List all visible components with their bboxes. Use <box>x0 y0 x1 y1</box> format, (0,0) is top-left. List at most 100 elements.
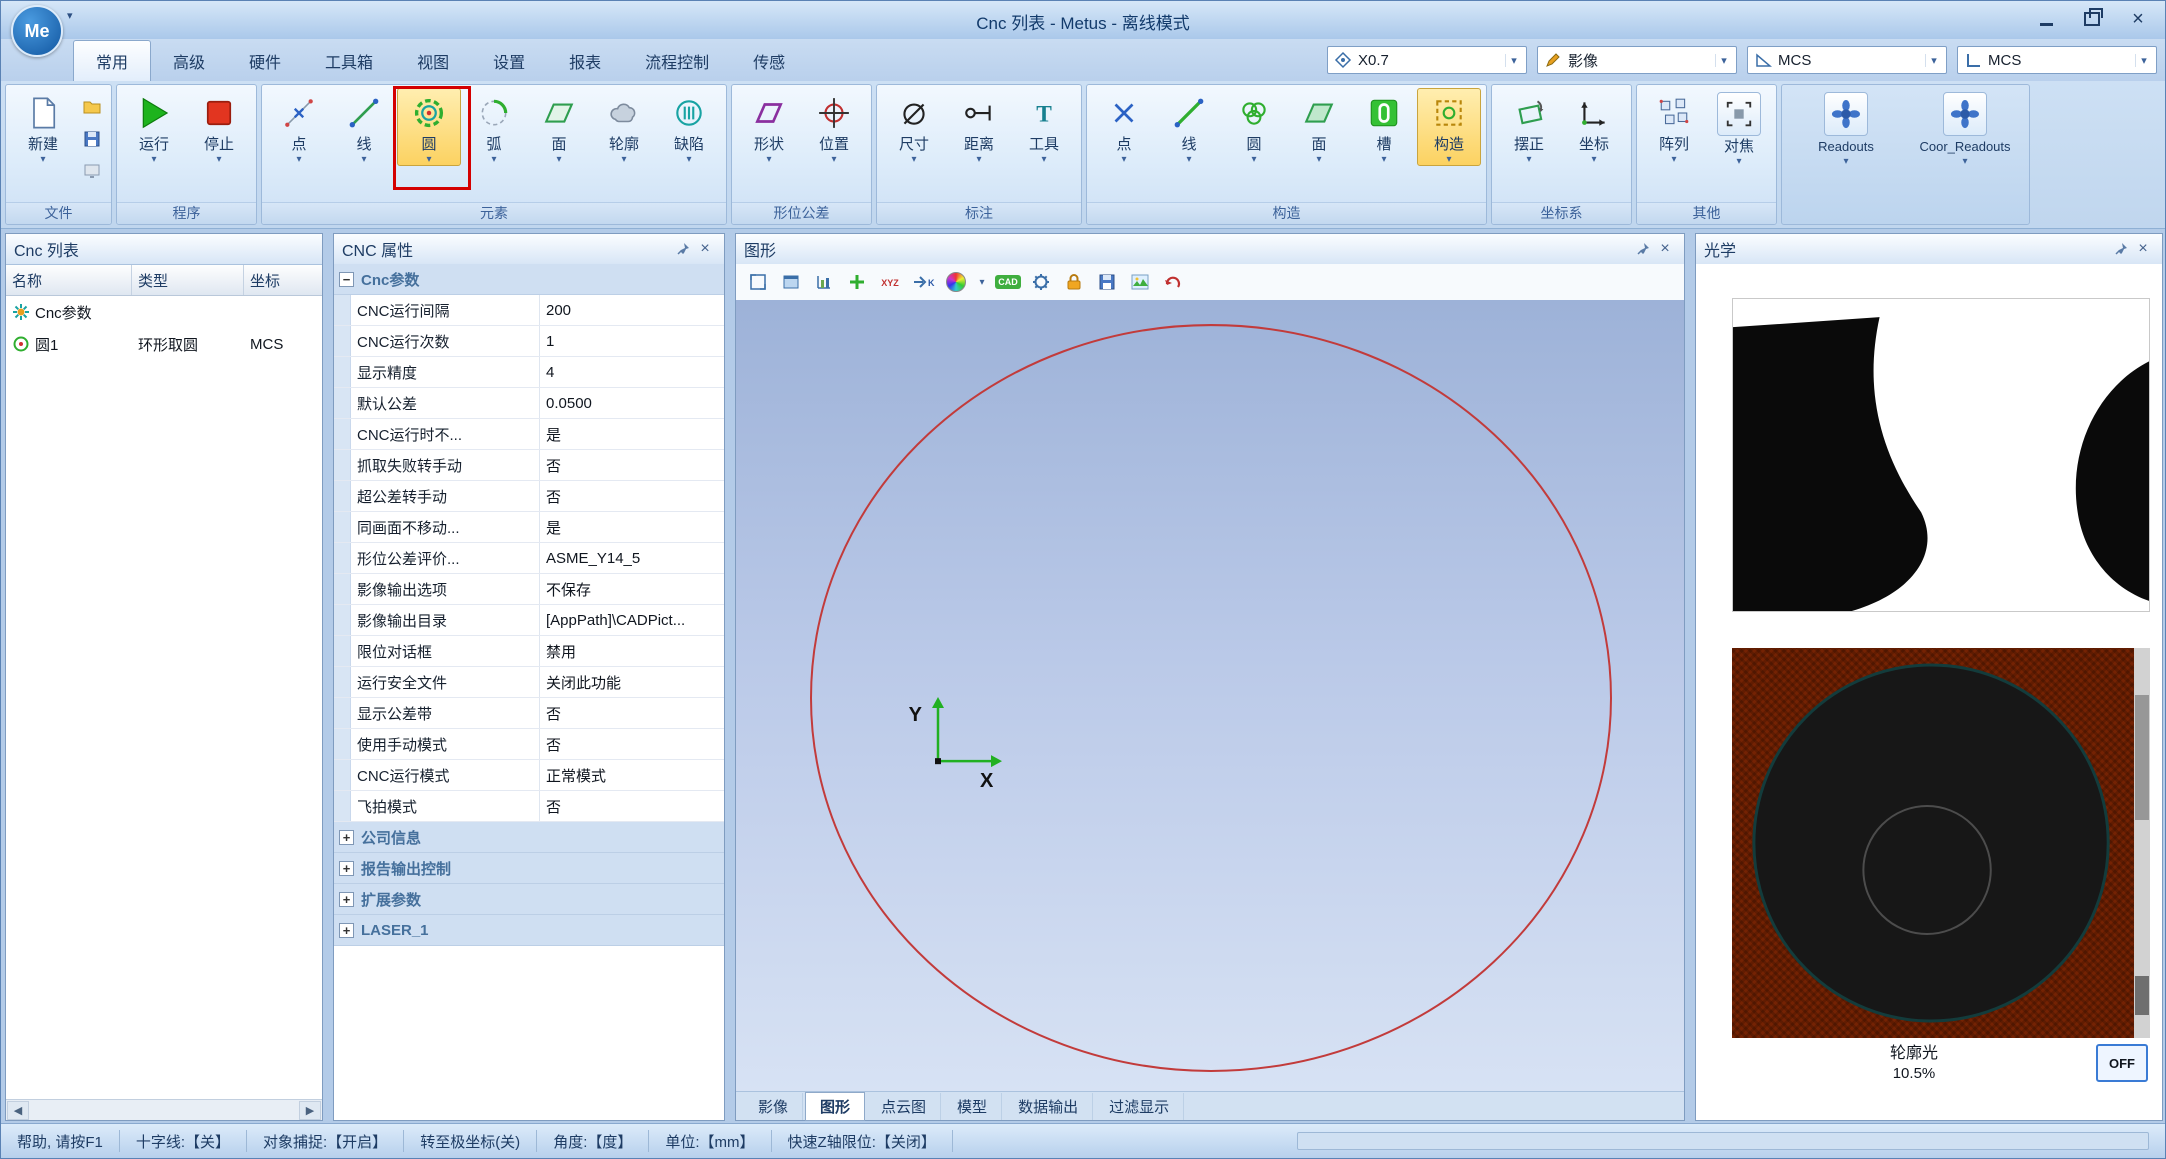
status-help[interactable]: 帮助, 请按F1 <box>1 1130 120 1152</box>
coor-readouts-button[interactable]: Coor_Readouts ▾ <box>1906 88 2024 168</box>
close-button[interactable]: × <box>2117 6 2159 32</box>
lock-icon[interactable] <box>1062 270 1086 294</box>
element-arc-button[interactable]: 弧 ▾ <box>462 88 526 166</box>
zoom-window-icon[interactable] <box>779 270 803 294</box>
close-panel-icon[interactable]: × <box>694 238 716 260</box>
distance-button[interactable]: 距离 ▾ <box>947 88 1011 166</box>
property-row[interactable]: 运行安全文件关闭此功能 <box>334 667 724 698</box>
size-button[interactable]: 尺寸 ▾ <box>882 88 946 166</box>
expand-icon[interactable]: + <box>339 892 354 907</box>
status-polar-coords[interactable]: 转至极坐标(关) <box>404 1130 537 1152</box>
chevron-down-icon[interactable]: ▾ <box>2135 54 2152 67</box>
property-row[interactable]: CNC运行次数1 <box>334 326 724 357</box>
scroll-right-icon[interactable]: ▶ <box>299 1101 321 1120</box>
pin-icon[interactable] <box>672 238 694 260</box>
app-logo[interactable]: Me <box>11 5 63 57</box>
tab-chuangan[interactable]: 传感 <box>731 41 807 81</box>
color-wheel-icon[interactable] <box>944 270 968 294</box>
property-row[interactable]: 影像输出目录[AppPath]\CADPict... <box>334 605 724 636</box>
construct-slot-button[interactable]: 槽 ▾ <box>1352 88 1416 166</box>
scroll-left-icon[interactable]: ◀ <box>7 1101 29 1120</box>
construct-plane-button[interactable]: 面 ▾ <box>1287 88 1351 166</box>
chevron-down-icon[interactable]: ▾ <box>1715 54 1732 67</box>
property-row[interactable]: 抓取失败转手动否 <box>334 450 724 481</box>
pointer-jump-icon[interactable]: K <box>911 270 935 294</box>
property-row[interactable]: 影像输出选项不保存 <box>334 574 724 605</box>
array-button[interactable]: 阵列 ▾ <box>1642 88 1706 166</box>
expand-icon[interactable]: + <box>339 830 354 845</box>
profile-light-image[interactable] <box>1732 648 2150 1038</box>
horizontal-scrollbar[interactable]: ◀ ▶ <box>6 1099 322 1120</box>
list-item-cnc-params[interactable]: Cnc参数 <box>6 296 322 328</box>
chevron-down-icon[interactable]: ▾ <box>1505 54 1522 67</box>
save-view-icon[interactable] <box>1095 270 1119 294</box>
column-coord[interactable]: 坐标 <box>244 265 322 295</box>
element-point-button[interactable]: 点 ▾ <box>267 88 331 166</box>
close-panel-icon[interactable]: × <box>2132 238 2154 260</box>
color-dropdown-icon[interactable]: ▾ <box>977 270 987 294</box>
cad-toggle-icon[interactable]: CAD <box>996 270 1020 294</box>
light-off-button[interactable]: OFF <box>2096 1044 2148 1082</box>
status-length-unit[interactable]: 单位:【mm】 <box>649 1130 771 1152</box>
tab-model-view[interactable]: 模型 <box>943 1093 1002 1120</box>
column-name[interactable]: 名称 <box>6 265 132 295</box>
camera-view-image[interactable] <box>1732 298 2150 612</box>
xyz-readout-icon[interactable]: XYZ <box>878 270 902 294</box>
save-button[interactable] <box>78 125 106 153</box>
minimize-button[interactable] <box>2025 6 2067 32</box>
chevron-down-icon[interactable]: ▾ <box>1925 54 1942 67</box>
element-plane-button[interactable]: 面 ▾ <box>527 88 591 166</box>
tab-yingjian[interactable]: 硬件 <box>227 41 303 81</box>
fit-view-icon[interactable] <box>746 270 770 294</box>
property-row[interactable]: 飞拍模式否 <box>334 791 724 822</box>
tab-changyong[interactable]: 常用 <box>73 40 151 81</box>
focus-button[interactable]: 对焦 ▾ <box>1707 88 1771 168</box>
stop-button[interactable]: 停止 ▾ <box>187 88 251 166</box>
tab-filter-display[interactable]: 过滤显示 <box>1095 1093 1184 1120</box>
property-row[interactable]: 显示精度4 <box>334 357 724 388</box>
mcs-combo-2[interactable]: MCS ▾ <box>1957 46 2157 74</box>
tab-baobiao[interactable]: 报表 <box>547 41 623 81</box>
property-group-extended-params[interactable]: +扩展参数 <box>334 884 724 915</box>
construct-point-button[interactable]: 点 ▾ <box>1092 88 1156 166</box>
element-circle-button[interactable]: 圆 ▾ <box>397 88 461 166</box>
measured-circle[interactable] <box>811 325 1611 1071</box>
coordinate-button[interactable]: 坐标 ▾ <box>1562 88 1626 166</box>
tab-gaoji[interactable]: 高级 <box>151 41 227 81</box>
magnification-combo[interactable]: X0.7 ▾ <box>1327 46 1527 74</box>
property-row[interactable]: CNC运行时不...是 <box>334 419 724 450</box>
property-row[interactable]: 形位公差评价...ASME_Y14_5 <box>334 543 724 574</box>
align-button[interactable]: 摆正 ▾ <box>1497 88 1561 166</box>
expand-icon[interactable]: + <box>339 923 354 938</box>
property-group-cnc-params[interactable]: − Cnc参数 <box>334 264 724 295</box>
pin-icon[interactable] <box>2110 238 2132 260</box>
element-line-button[interactable]: 线 ▾ <box>332 88 396 166</box>
gear-icon[interactable] <box>1029 270 1053 294</box>
property-row[interactable]: 默认公差0.0500 <box>334 388 724 419</box>
property-row[interactable]: 同画面不移动...是 <box>334 512 724 543</box>
chart-view-icon[interactable] <box>812 270 836 294</box>
pin-icon[interactable] <box>1632 238 1654 260</box>
status-object-snap[interactable]: 对象捕捉:【开启】 <box>247 1130 404 1152</box>
property-group-laser1[interactable]: +LASER_1 <box>334 915 724 946</box>
close-panel-icon[interactable]: × <box>1654 238 1676 260</box>
property-row[interactable]: 限位对话框禁用 <box>334 636 724 667</box>
graphics-canvas[interactable]: Y X <box>736 300 1684 1092</box>
property-group-report-output[interactable]: +报告输出控制 <box>334 853 724 884</box>
optics-vertical-scrollbar[interactable] <box>2134 648 2150 1038</box>
tab-graphics-view[interactable]: 图形 <box>805 1092 865 1121</box>
construct-line-button[interactable]: 线 ▾ <box>1157 88 1221 166</box>
property-row[interactable]: 超公差转手动否 <box>334 481 724 512</box>
tab-shezhi[interactable]: 设置 <box>471 41 547 81</box>
image-mode-combo[interactable]: 影像 ▾ <box>1537 46 1737 74</box>
tab-image-view[interactable]: 影像 <box>744 1093 803 1120</box>
shape-tolerance-button[interactable]: 形状 ▾ <box>737 88 801 166</box>
element-defect-button[interactable]: 缺陷 ▾ <box>657 88 721 166</box>
construct-construct-button[interactable]: 构造 ▾ <box>1417 88 1481 166</box>
run-button[interactable]: 运行 ▾ <box>122 88 186 166</box>
property-group-company-info[interactable]: +公司信息 <box>334 822 724 853</box>
add-crosshair-icon[interactable] <box>845 270 869 294</box>
open-button[interactable] <box>78 93 106 121</box>
property-row[interactable]: CNC运行间隔200 <box>334 295 724 326</box>
tab-shitu[interactable]: 视图 <box>395 41 471 81</box>
